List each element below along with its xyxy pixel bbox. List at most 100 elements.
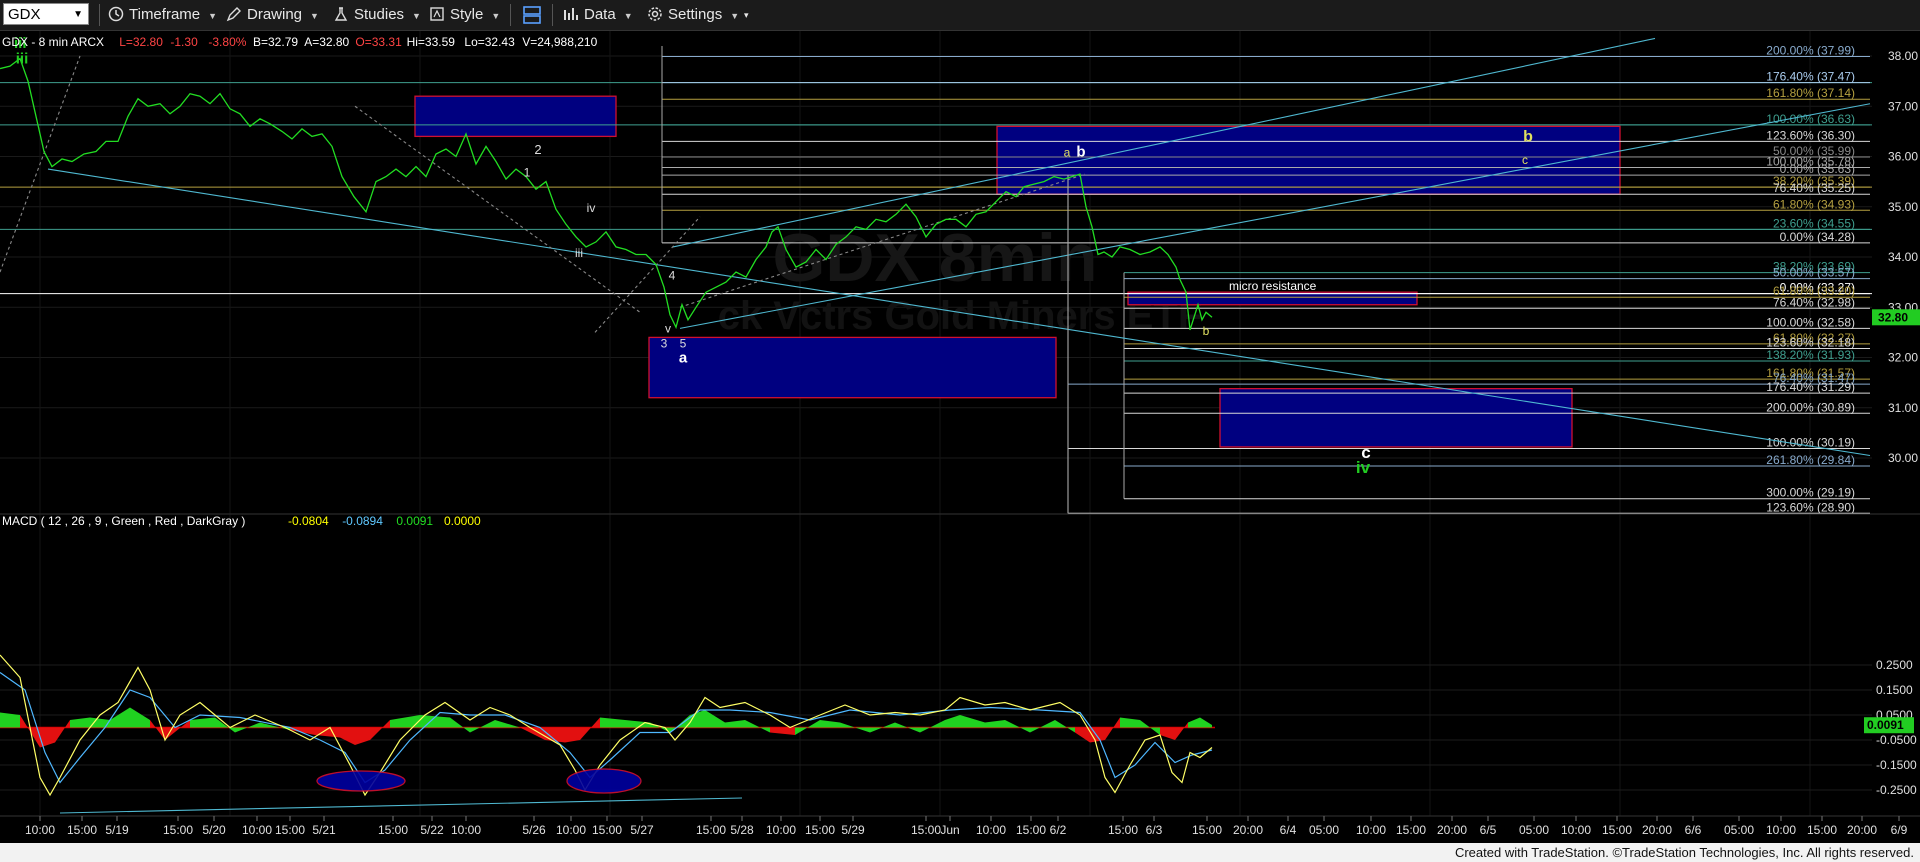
wave-label: 1 xyxy=(524,166,531,180)
time-label: 15:00 xyxy=(1016,823,1046,837)
chevron-down-icon: ▼ xyxy=(623,11,633,21)
time-label: 5/22 xyxy=(420,823,444,837)
toolbar-divider xyxy=(552,4,553,26)
time-label: 10:00 xyxy=(976,823,1006,837)
time-label: 15:00 xyxy=(696,823,726,837)
price-tick: 35.00 xyxy=(1888,200,1918,214)
price-zone xyxy=(1219,388,1573,448)
time-label: 6/9 xyxy=(1891,823,1908,837)
time-label: 20:00 xyxy=(1437,823,1467,837)
style-menu[interactable]: Style ▼ xyxy=(429,5,500,25)
time-label: 10:00 xyxy=(1561,823,1591,837)
time-label: 5/27 xyxy=(630,823,654,837)
time-label: 5/29 xyxy=(841,823,865,837)
time-label: 05:00 xyxy=(1309,823,1339,837)
macd-tick: 0.1500 xyxy=(1876,683,1913,697)
chevron-down-icon: ▼ xyxy=(208,11,218,21)
footer: Created with TradeStation. ©TradeStation… xyxy=(0,843,1920,862)
price-axis[interactable]: 38.0037.0036.0035.0034.0033.0032.0031.00… xyxy=(1888,49,1918,465)
fib-label: 100.00% (32.58) xyxy=(1766,315,1855,329)
fib-label: 100.00% (30.19) xyxy=(1766,435,1855,449)
header-field: -3.80% xyxy=(208,35,246,49)
time-label: 15:00 xyxy=(1602,823,1632,837)
wave-label: iii xyxy=(575,246,583,260)
fib-label: 76.40% (35.25) xyxy=(1773,181,1855,195)
header-field: V=24,988,210 xyxy=(522,35,597,49)
fib-label: 300.00% (29.19) xyxy=(1766,486,1855,500)
settings-menu[interactable]: Settings ▼ xyxy=(647,5,739,25)
time-label: 5/19 xyxy=(105,823,129,837)
settings-label: Settings xyxy=(668,6,723,23)
fib-label: 200.00% (37.99) xyxy=(1766,44,1855,58)
time-label: 05:00 xyxy=(1519,823,1549,837)
macd-value: 0.0091 xyxy=(396,514,433,528)
chevron-down-icon: ▼ xyxy=(412,11,421,21)
price-tick: 34.00 xyxy=(1888,250,1918,264)
time-label: 15:00 xyxy=(1108,823,1138,837)
price-tick: 36.00 xyxy=(1888,150,1918,164)
price-tick: 30.00 xyxy=(1888,451,1918,465)
data-menu[interactable]: Data ▼ xyxy=(563,5,633,25)
wave-label: a xyxy=(679,350,688,367)
time-label: 10:00 xyxy=(25,823,55,837)
wave-label: iv xyxy=(587,201,596,215)
drawing-menu[interactable]: Drawing ▼ xyxy=(226,5,319,25)
price-tick: 37.00 xyxy=(1888,99,1918,113)
time-axis[interactable]: 10:00 15:00 5/19 15:00 5/20 10:00 15:00 5/21 15:… xyxy=(0,815,1920,843)
price-zone xyxy=(648,336,1057,399)
fib-label: 261.80% (29.84) xyxy=(1766,453,1855,467)
time-label: 15:00 xyxy=(67,823,97,837)
price-zone xyxy=(414,95,617,138)
header-field: -1.30 xyxy=(170,35,198,49)
price-chart[interactable]: GDX 8min ck Vctrs Gold Miners ETF 200.00… xyxy=(0,31,1920,843)
macd-tick: 0.2500 xyxy=(1876,658,1913,672)
macd-tick: -0.1500 xyxy=(1876,758,1917,772)
time-label: 15:00 xyxy=(378,823,408,837)
time-label: 6/6 xyxy=(1685,823,1702,837)
layout-button[interactable] xyxy=(522,5,547,25)
chevron-down-icon: ▼ xyxy=(730,11,740,21)
last-price-marker: 32.80 xyxy=(1872,309,1920,326)
fib-label: 50.00% (33.57) xyxy=(1773,266,1855,280)
wave-label: 4 xyxy=(669,269,676,283)
toolbar-overflow-icon[interactable]: ▾ xyxy=(744,5,749,25)
time-label: 15:00 xyxy=(1807,823,1837,837)
chevron-down-icon: ▼ xyxy=(310,11,319,21)
macd-value: -0.0894 xyxy=(342,514,383,528)
fib-label: 138.20% (31.93) xyxy=(1766,348,1855,362)
time-label: 15:00 xyxy=(1396,823,1426,837)
symbol-value: GDX xyxy=(8,6,41,23)
time-label: 15:00 xyxy=(275,823,305,837)
time-label: 6/3 xyxy=(1146,823,1163,837)
timeframe-menu[interactable]: Timeframe ▼ xyxy=(108,5,217,25)
timeframe-label: Timeframe xyxy=(129,6,201,23)
symbol-input[interactable]: GDX ▼ xyxy=(3,3,89,25)
drawing-label: Drawing xyxy=(247,6,303,23)
price-tick: 31.00 xyxy=(1888,401,1918,415)
studies-label: Studies xyxy=(354,6,405,23)
time-label: 15:00 xyxy=(592,823,622,837)
studies-menu[interactable]: Studies ▼ xyxy=(333,5,421,25)
wave-label: b xyxy=(1076,144,1085,161)
time-label: 05:00 xyxy=(1724,823,1754,837)
wave-label: a xyxy=(1064,146,1071,160)
time-label: 10:00 xyxy=(242,823,272,837)
bar-chart-icon xyxy=(564,8,578,20)
time-label: 5/28 xyxy=(730,823,754,837)
time-label: 5/21 xyxy=(312,823,336,837)
header-field: B=32.79 xyxy=(253,35,298,49)
wave-label: b xyxy=(1523,128,1533,145)
macd-title: MACD ( 12 , 26 , 9 , Green , Red , DarkG… xyxy=(2,514,245,528)
time-label: 10:00 xyxy=(451,823,481,837)
fib-label: 100.00% (36.63) xyxy=(1766,112,1855,126)
time-label: 15:00 xyxy=(805,823,835,837)
macd-title-row: MACD ( 12 , 26 , 9 , Green , Red , DarkG… xyxy=(2,514,481,528)
watermark-symbol: GDX 8min xyxy=(773,220,1098,296)
macd-value: -0.0804 xyxy=(288,514,329,528)
macd-tick: -0.0500 xyxy=(1876,733,1917,747)
time-label: Jun xyxy=(940,823,959,837)
fib-label: 161.80% (37.14) xyxy=(1766,86,1855,100)
chevron-down-icon[interactable]: ▼ xyxy=(73,4,83,26)
header-field: A=32.80 xyxy=(304,35,349,49)
toolbar: GDX ▼ Timeframe ▼ Drawing ▼ Studies ▼ Style ▼… xyxy=(0,0,1920,31)
